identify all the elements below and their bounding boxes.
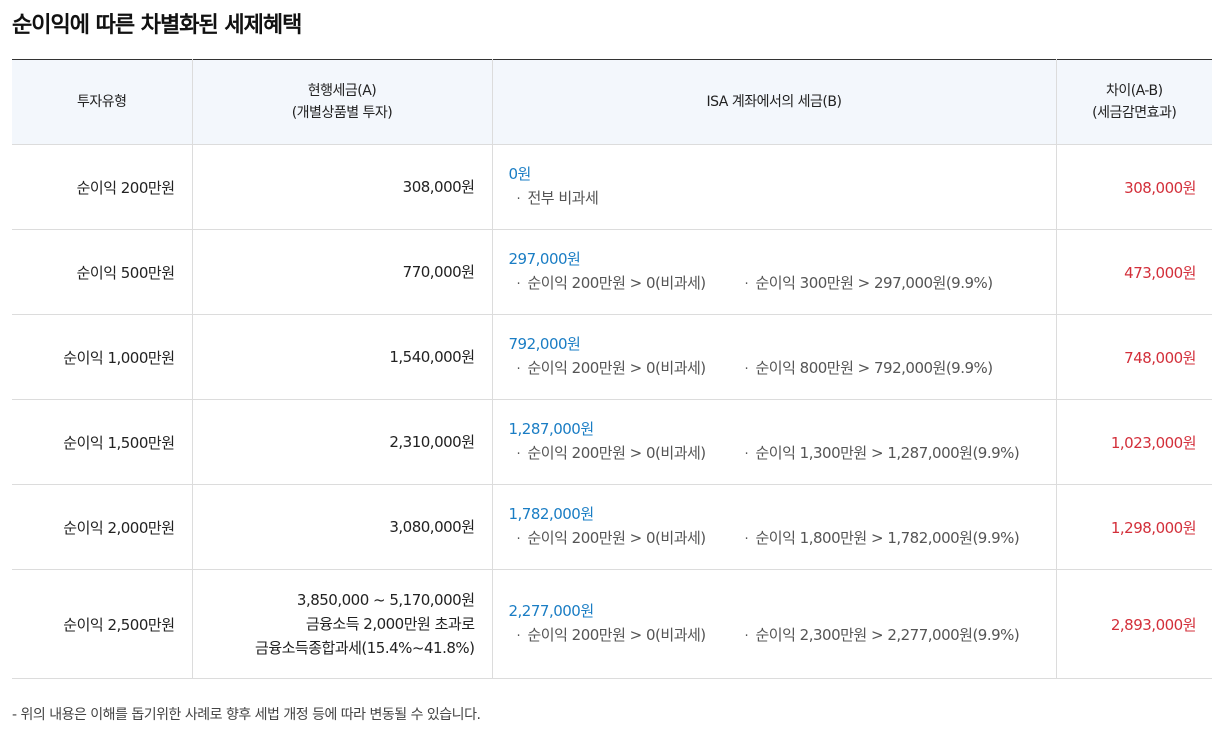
current-tax-cell: 770,000원 (191, 229, 492, 315)
bullet-icon: · (516, 192, 521, 207)
current-tax-line: 금융소득종합과세(15.4%~41.8%) (255, 639, 475, 657)
isa-tax-note: · 순이익 200만원 > 0(비과세) (509, 526, 737, 552)
header-current-tax: 현행세금(A) (개별상품별 투자) (191, 59, 492, 145)
isa-tax-notes: · 순이익 200만원 > 0(비과세) · 순이익 800만원 > 792,000원… (509, 356, 1056, 382)
header-diff-line2: (세금감면효과) (1092, 105, 1177, 121)
isa-tax-note-text: 순이익 1,300만원 > 1,287,000원(9.9%) (755, 444, 1020, 462)
isa-tax-cell: 297,000원 · 순이익 200만원 > 0(비과세) · 순이익 300만원 > … (491, 229, 1056, 315)
isa-tax-cell: 792,000원 · 순이익 200만원 > 0(비과세) · 순이익 800만원 > … (491, 314, 1056, 400)
current-tax-line: 1,540,000원 (389, 348, 475, 366)
current-tax-line: 2,310,000원 (389, 433, 475, 451)
tax-difference-cell: 308,000원 (1055, 144, 1212, 230)
bullet-icon: · (516, 447, 521, 462)
isa-tax-notes: · 순이익 200만원 > 0(비과세) · 순이익 1,300만원 > 1,287,… (509, 441, 1056, 467)
investment-type-cell: 순이익 1,500만원 (12, 399, 192, 485)
isa-tax-note: · 순이익 200만원 > 0(비과세) (509, 623, 737, 649)
isa-tax-amount: 2,277,000원 (508, 602, 595, 620)
isa-tax-note: · 전부 비과세 (509, 186, 737, 212)
investment-type-cell: 순이익 500만원 (12, 229, 192, 315)
tax-difference-cell: 2,893,000원 (1055, 569, 1212, 679)
header-diff-line1: 차이(A-B) (1105, 83, 1163, 99)
isa-tax-amount: 1,782,000원 (508, 505, 595, 523)
table-header: 투자유형 현행세금(A) (개별상품별 투자) ISA 계좌에서의 세금(B) … (12, 59, 1212, 145)
current-tax-cell: 3,080,000원 (191, 484, 492, 570)
header-row: 투자유형 현행세금(A) (개별상품별 투자) ISA 계좌에서의 세금(B) … (12, 59, 1212, 145)
table-row: 순이익 1,000만원 1,540,000원 792,000원 · 순이익 200만원 … (12, 314, 1212, 400)
isa-tax-note: · 순이익 2,300만원 > 2,277,000원(9.9%) (737, 623, 1020, 649)
isa-tax-amount: 1,287,000원 (508, 420, 595, 438)
isa-tax-note-text: 순이익 200만원 > 0(비과세) (527, 529, 707, 547)
isa-tax-cell: 1,287,000원 · 순이익 200만원 > 0(비과세) · 순이익 1,300만… (491, 399, 1056, 485)
isa-tax-note: · 순이익 300만원 > 297,000원(9.9%) (737, 271, 994, 297)
bullet-icon: · (516, 362, 521, 377)
header-difference: 차이(A-B) (세금감면효과) (1055, 59, 1212, 145)
isa-tax-note: · 순이익 200만원 > 0(비과세) (509, 356, 737, 382)
isa-tax-note-text: 순이익 200만원 > 0(비과세) (527, 359, 707, 377)
current-tax-line: 3,080,000원 (389, 518, 475, 536)
header-isa-tax: ISA 계좌에서의 세금(B) (491, 59, 1056, 145)
isa-tax-cell: 2,277,000원 · 순이익 200만원 > 0(비과세) · 순이익 2,300만… (491, 569, 1056, 679)
table-row: 순이익 2,000만원 3,080,000원 1,782,000원 · 순이익 200만… (12, 484, 1212, 570)
current-tax-cell: 3,850,000 ~ 5,170,000원금융소득 2,000만원 초과로금융… (191, 569, 492, 679)
investment-type-cell: 순이익 1,000만원 (12, 314, 192, 400)
footnote: - 위의 내용은 이해를 돕기위한 사례로 향후 세법 개정 등에 따라 변동될… (12, 707, 481, 723)
table-row: 순이익 2,500만원 3,850,000 ~ 5,170,000원 금융소득 2,… (12, 569, 1212, 679)
tax-benefit-table: 투자유형 현행세금(A) (개별상품별 투자) ISA 계좌에서의 세금(B) … (12, 59, 1212, 679)
isa-tax-notes: · 순이익 200만원 > 0(비과세) · 순이익 1,800만원 > 1,782,… (509, 526, 1056, 552)
header-investment-type: 투자유형 (12, 59, 192, 145)
isa-tax-note-text: 순이익 2,300만원 > 2,277,000원(9.9%) (755, 626, 1020, 644)
current-tax-cell: 308,000원 (191, 144, 492, 230)
bullet-icon: · (744, 447, 749, 462)
investment-type-cell: 순이익 2,000만원 (12, 484, 192, 570)
isa-tax-note-text: 순이익 200만원 > 0(비과세) (527, 626, 707, 644)
bullet-icon: · (516, 629, 521, 644)
bullet-icon: · (744, 532, 749, 547)
isa-tax-note-text: 순이익 200만원 > 0(비과세) (527, 274, 707, 292)
current-tax-cell: 1,540,000원 (191, 314, 492, 400)
isa-tax-note-text: 순이익 1,800만원 > 1,782,000원(9.9%) (755, 529, 1020, 547)
bullet-icon: · (744, 277, 749, 292)
isa-tax-note-text: 순이익 300만원 > 297,000원(9.9%) (755, 274, 994, 292)
table-row: 순이익 200만원 308,000원 0원 · 전부 비과세 308,000원 (12, 144, 1212, 230)
isa-tax-amount: 297,000원 (508, 250, 581, 268)
header-current-line2: (개별상품별 투자) (291, 105, 393, 121)
current-tax-line: 308,000원 (402, 178, 475, 196)
isa-tax-note-text: 순이익 200만원 > 0(비과세) (527, 444, 707, 462)
isa-tax-note-text: 전부 비과세 (527, 189, 599, 207)
current-tax-line: 금융소득 2,000만원 초과로 (305, 615, 475, 633)
table-body: 순이익 200만원 308,000원 0원 · 전부 비과세 308,000원 순이익 50… (12, 144, 1212, 679)
table-row: 순이익 1,500만원 2,310,000원 1,287,000원 · 순이익 200만… (12, 399, 1212, 485)
isa-tax-note: · 순이익 800만원 > 792,000원(9.9%) (737, 356, 994, 382)
bullet-icon: · (516, 532, 521, 547)
isa-tax-notes: · 전부 비과세 (509, 186, 1056, 212)
table-row: 순이익 500만원 770,000원 297,000원 · 순이익 200만원 > 0(… (12, 229, 1212, 315)
isa-tax-note: · 순이익 1,800만원 > 1,782,000원(9.9%) (737, 526, 1020, 552)
current-tax-line: 770,000원 (402, 263, 475, 281)
investment-type-cell: 순이익 2,500만원 (12, 569, 192, 679)
isa-tax-note: · 순이익 200만원 > 0(비과세) (509, 271, 737, 297)
isa-tax-amount: 0원 (508, 165, 532, 183)
isa-tax-cell: 1,782,000원 · 순이익 200만원 > 0(비과세) · 순이익 1,800만… (491, 484, 1056, 570)
header-isa-label: ISA 계좌에서의 세금(B) (706, 94, 842, 110)
isa-tax-amount: 792,000원 (508, 335, 581, 353)
tax-difference-cell: 748,000원 (1055, 314, 1212, 400)
header-current-line1: 현행세금(A) (307, 83, 377, 99)
isa-tax-cell: 0원 · 전부 비과세 (491, 144, 1056, 230)
tax-difference-cell: 1,298,000원 (1055, 484, 1212, 570)
tax-difference-cell: 473,000원 (1055, 229, 1212, 315)
header-type-label: 투자유형 (76, 94, 127, 110)
page-title: 순이익에 따른 차별화된 세제혜택 (12, 13, 302, 38)
investment-type-cell: 순이익 200만원 (12, 144, 192, 230)
isa-tax-note: · 순이익 200만원 > 0(비과세) (509, 441, 737, 467)
isa-tax-notes: · 순이익 200만원 > 0(비과세) · 순이익 300만원 > 297,000원… (509, 271, 1056, 297)
current-tax-line: 3,850,000 ~ 5,170,000원 (296, 591, 475, 609)
tax-difference-cell: 1,023,000원 (1055, 399, 1212, 485)
isa-tax-notes: · 순이익 200만원 > 0(비과세) · 순이익 2,300만원 > 2,277,… (509, 623, 1056, 649)
isa-tax-note-text: 순이익 800만원 > 792,000원(9.9%) (755, 359, 994, 377)
current-tax-cell: 2,310,000원 (191, 399, 492, 485)
bullet-icon: · (516, 277, 521, 292)
isa-tax-note: · 순이익 1,300만원 > 1,287,000원(9.9%) (737, 441, 1020, 467)
bullet-icon: · (744, 629, 749, 644)
bullet-icon: · (744, 362, 749, 377)
